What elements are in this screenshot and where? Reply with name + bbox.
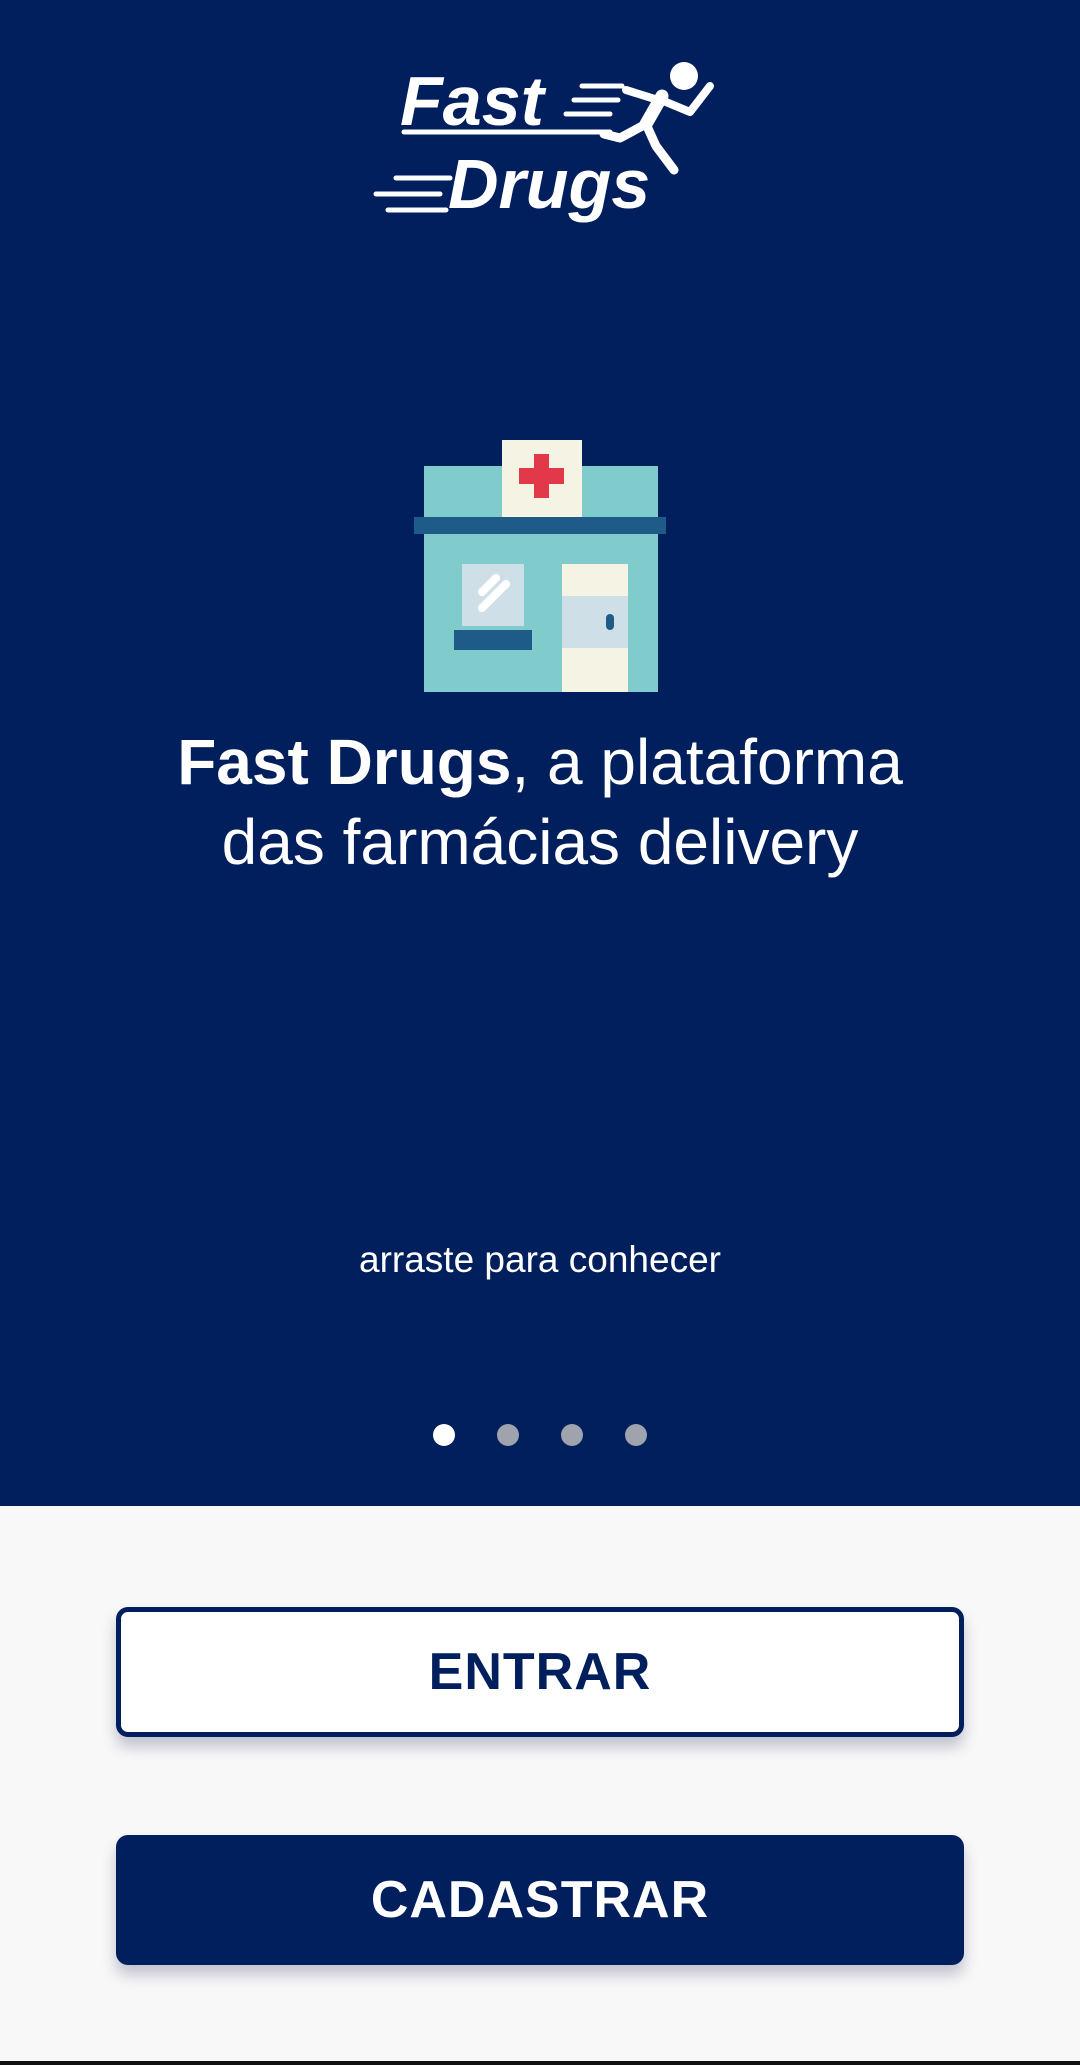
pharmacy-building-icon — [414, 440, 666, 692]
onboarding-hero[interactable]: Fast Drugs Fast Drugs, a plataforma das … — [0, 0, 1080, 1506]
svg-text:Drugs: Drugs — [448, 145, 650, 223]
page-dot-1[interactable] — [433, 1424, 455, 1446]
hero-headline: Fast Drugs, a plataforma das farmácias d… — [0, 722, 1080, 882]
page-dot-2[interactable] — [497, 1424, 519, 1446]
page-dot-4[interactable] — [625, 1424, 647, 1446]
svg-text:Fast: Fast — [400, 62, 547, 140]
signup-button[interactable]: CADASTRAR — [116, 1835, 964, 1965]
headline-brand: Fast Drugs — [177, 726, 512, 798]
headline-line2: das farmácias delivery — [221, 806, 859, 878]
page-indicator — [0, 1424, 1080, 1448]
headline-line1-rest: , a plataforma — [511, 726, 903, 798]
swipe-hint: arraste para conhecer — [359, 1239, 721, 1280]
fast-drugs-logo: Fast Drugs — [373, 62, 714, 223]
page-dot-3[interactable] — [561, 1424, 583, 1446]
login-button[interactable]: ENTRAR — [116, 1607, 964, 1737]
bottom-edge-bar — [0, 2061, 1080, 2065]
